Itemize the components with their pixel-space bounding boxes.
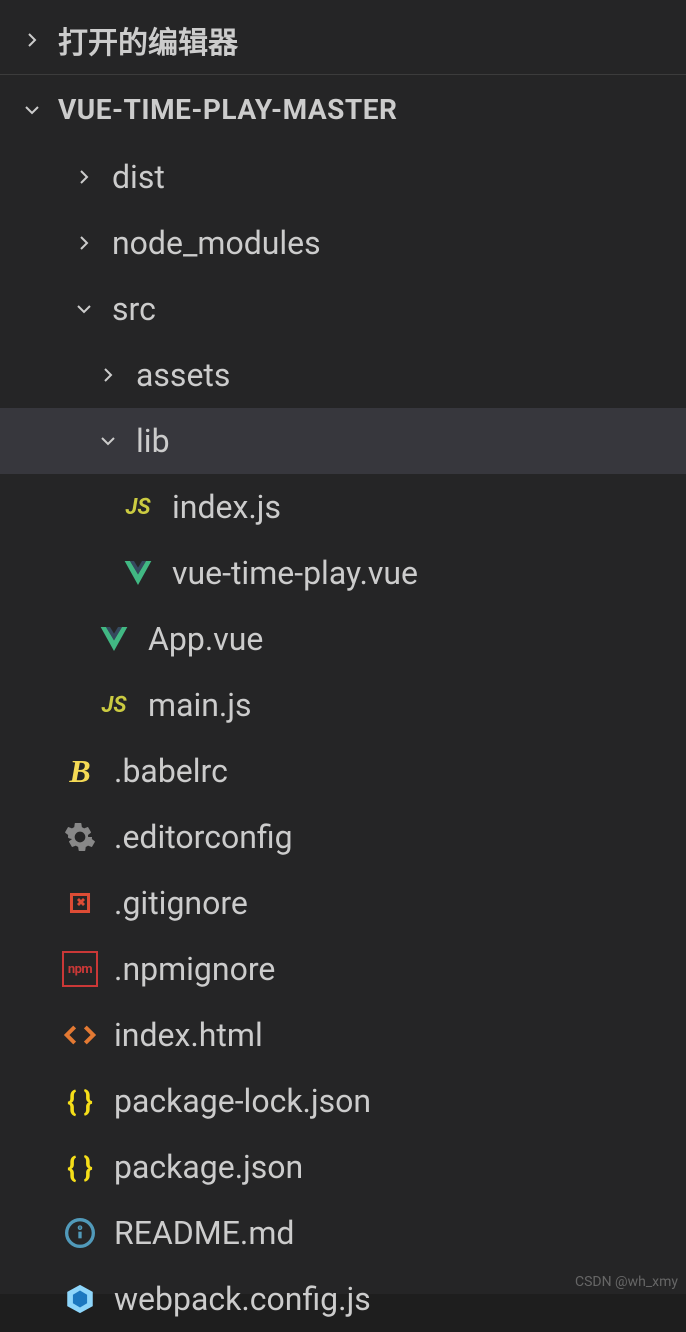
info-icon <box>62 1215 98 1251</box>
folder-assets[interactable]: assets <box>0 342 686 408</box>
chevron-right-icon <box>20 28 44 52</box>
file-label: webpack.config.js <box>114 1280 371 1318</box>
file-label: .editorconfig <box>114 818 293 856</box>
folder-dist[interactable]: dist <box>0 144 686 210</box>
json-icon: { } <box>62 1083 98 1119</box>
git-icon <box>62 885 98 921</box>
file-label: .npmignore <box>114 950 275 988</box>
folder-src[interactable]: src <box>0 276 686 342</box>
file-label: README.md <box>114 1214 294 1252</box>
open-editors-section[interactable]: 打开的编辑器 <box>0 6 686 74</box>
file-vue-time-play[interactable]: vue-time-play.vue <box>0 540 686 606</box>
file-babelrc[interactable]: B .babelrc <box>0 738 686 804</box>
folder-label: node_modules <box>112 224 321 262</box>
file-editorconfig[interactable]: .editorconfig <box>0 804 686 870</box>
file-label: .babelrc <box>114 752 228 790</box>
file-label: package-lock.json <box>114 1082 371 1120</box>
project-root-label: VUE-TIME-PLAY-MASTER <box>58 93 397 126</box>
watermark: CSDN @wh_xmy <box>575 1274 678 1290</box>
file-readme[interactable]: README.md <box>0 1200 686 1266</box>
folder-label: dist <box>112 158 165 196</box>
file-label: package.json <box>114 1148 303 1186</box>
folder-node-modules[interactable]: node_modules <box>0 210 686 276</box>
file-index-js[interactable]: JS index.js <box>0 474 686 540</box>
file-npmignore[interactable]: npm .npmignore <box>0 936 686 1002</box>
file-label: App.vue <box>148 620 263 658</box>
file-label: vue-time-play.vue <box>172 554 418 592</box>
chevron-down-icon <box>96 429 120 453</box>
webpack-icon <box>62 1281 98 1317</box>
file-label: index.html <box>114 1016 263 1054</box>
file-explorer-sidebar: 打开的编辑器 VUE-TIME-PLAY-MASTER dist node_mo… <box>0 0 686 1294</box>
npm-icon: npm <box>62 951 98 987</box>
file-label: main.js <box>148 686 252 724</box>
vue-icon <box>96 621 132 657</box>
html-icon <box>62 1017 98 1053</box>
file-gitignore[interactable]: .gitignore <box>0 870 686 936</box>
js-icon: JS <box>96 687 132 723</box>
chevron-right-icon <box>72 165 96 189</box>
file-app-vue[interactable]: App.vue <box>0 606 686 672</box>
file-package-lock[interactable]: { } package-lock.json <box>0 1068 686 1134</box>
file-main-js[interactable]: JS main.js <box>0 672 686 738</box>
chevron-right-icon <box>96 363 120 387</box>
js-icon: JS <box>120 489 156 525</box>
babel-icon: B <box>62 753 98 789</box>
file-index-html[interactable]: index.html <box>0 1002 686 1068</box>
file-package-json[interactable]: { } package.json <box>0 1134 686 1200</box>
folder-label: assets <box>136 356 230 394</box>
folder-label: src <box>112 290 156 328</box>
chevron-down-icon <box>72 297 96 321</box>
json-icon: { } <box>62 1149 98 1185</box>
folder-label: lib <box>136 422 170 460</box>
file-label: .gitignore <box>114 884 248 922</box>
chevron-down-icon <box>20 98 44 122</box>
open-editors-label: 打开的编辑器 <box>58 18 238 62</box>
vue-icon <box>120 555 156 591</box>
folder-lib[interactable]: lib <box>0 408 686 474</box>
project-root-section[interactable]: VUE-TIME-PLAY-MASTER <box>0 74 686 144</box>
gear-icon <box>62 819 98 855</box>
chevron-right-icon <box>72 231 96 255</box>
file-label: index.js <box>172 488 281 526</box>
